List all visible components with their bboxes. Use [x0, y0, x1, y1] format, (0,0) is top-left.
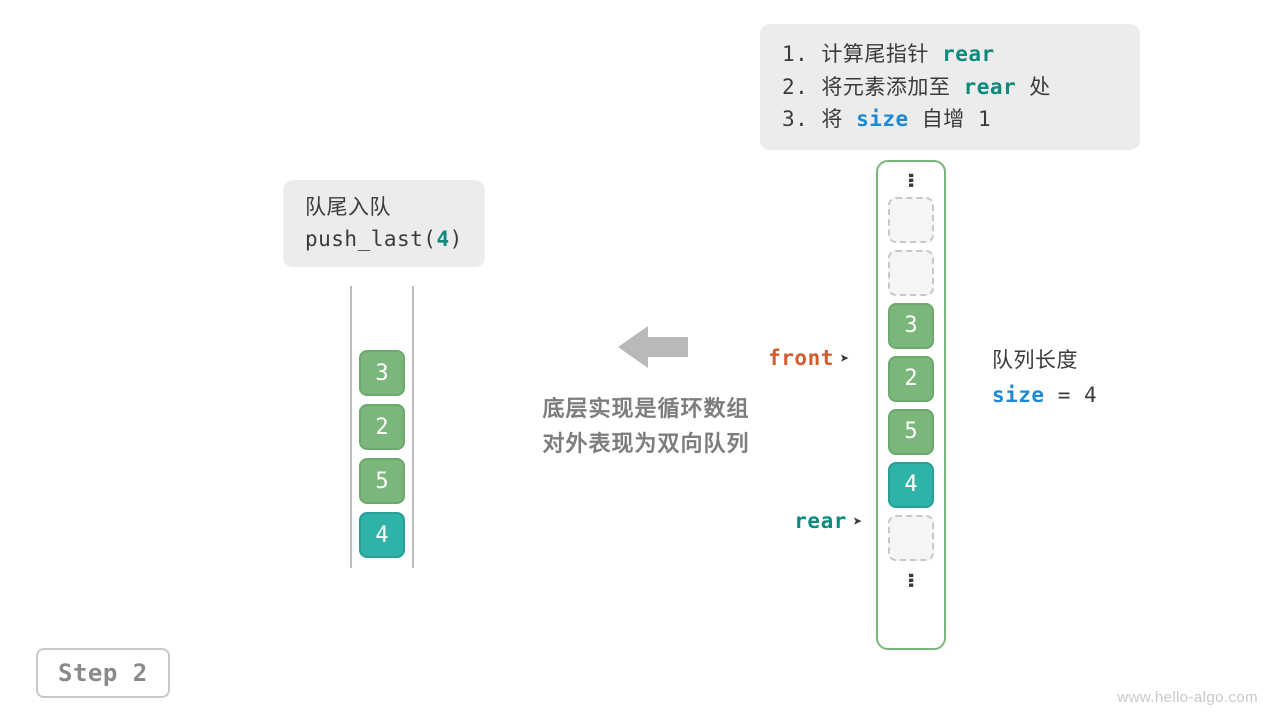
ring-slot-rear: 4	[888, 462, 934, 508]
center-caption: 底层实现是循环数组 对外表现为双向队列	[496, 392, 796, 462]
vertical-dots-icon: ⋯	[900, 573, 922, 584]
left-arrow-icon	[618, 322, 688, 376]
ring-slot: 5	[888, 409, 934, 455]
watermark: www.hello-algo.com	[1117, 689, 1258, 706]
deque-cell: 3	[359, 350, 405, 396]
ring-slot: 2	[888, 356, 934, 402]
triangle-right-icon: ➤	[840, 349, 850, 368]
step2-pre: 2. 将元素添加至	[782, 75, 964, 99]
push-call-pre: push_last(	[305, 227, 436, 251]
center-caption-line2: 对外表现为双向队列	[496, 427, 796, 462]
size-info: 队列长度 size = 4	[992, 343, 1097, 412]
size-value-line: size = 4	[992, 378, 1097, 413]
step3-pre: 3. 将	[782, 107, 856, 131]
ring-slot-empty	[888, 197, 934, 243]
push-call-arg: 4	[436, 227, 449, 251]
step2-post: 处	[1016, 75, 1051, 99]
step3-keyword: size	[856, 107, 909, 131]
triangle-right-icon: ➤	[853, 512, 863, 531]
step-line-1: 1. 计算尾指针 rear	[782, 38, 1118, 71]
size-label: 队列长度	[992, 343, 1097, 378]
push-call-post: )	[450, 227, 463, 251]
ring-slot-front: 3	[888, 303, 934, 349]
step-tag: Step 2	[36, 648, 170, 698]
step-line-3: 3. 将 size 自增 1	[782, 103, 1118, 136]
step-line-2: 2. 将元素添加至 rear 处	[782, 71, 1118, 104]
size-value: 4	[1084, 383, 1097, 407]
deque-cell: 5	[359, 458, 405, 504]
push-call: push_last(4)	[305, 224, 463, 256]
push-title: 队尾入队	[305, 192, 463, 224]
step1-keyword: rear	[942, 42, 995, 66]
rear-pointer-label: rear ➤	[763, 509, 863, 533]
ring-slot-empty	[888, 250, 934, 296]
deque-column: 3 2 5 4	[350, 286, 414, 568]
front-pointer-label: front ➤	[750, 346, 850, 370]
push-label-box: 队尾入队 push_last(4)	[283, 180, 485, 267]
center-caption-line1: 底层实现是循环数组	[496, 392, 796, 427]
deque-cell-new: 4	[359, 512, 405, 558]
front-text: front	[768, 346, 834, 370]
deque-cell: 2	[359, 404, 405, 450]
ring-array-column: ⋯ 3 2 5 4 ⋯	[876, 160, 946, 650]
step2-keyword: rear	[964, 75, 1017, 99]
step3-post: 自增 1	[909, 107, 991, 131]
steps-box: 1. 计算尾指针 rear 2. 将元素添加至 rear 处 3. 将 size…	[760, 24, 1140, 150]
ring-slot-empty	[888, 515, 934, 561]
step1-pre: 1. 计算尾指针	[782, 42, 942, 66]
rear-text: rear	[794, 509, 847, 533]
size-keyword: size	[992, 383, 1045, 407]
size-eq: =	[1045, 383, 1084, 407]
vertical-dots-icon: ⋯	[900, 173, 922, 184]
